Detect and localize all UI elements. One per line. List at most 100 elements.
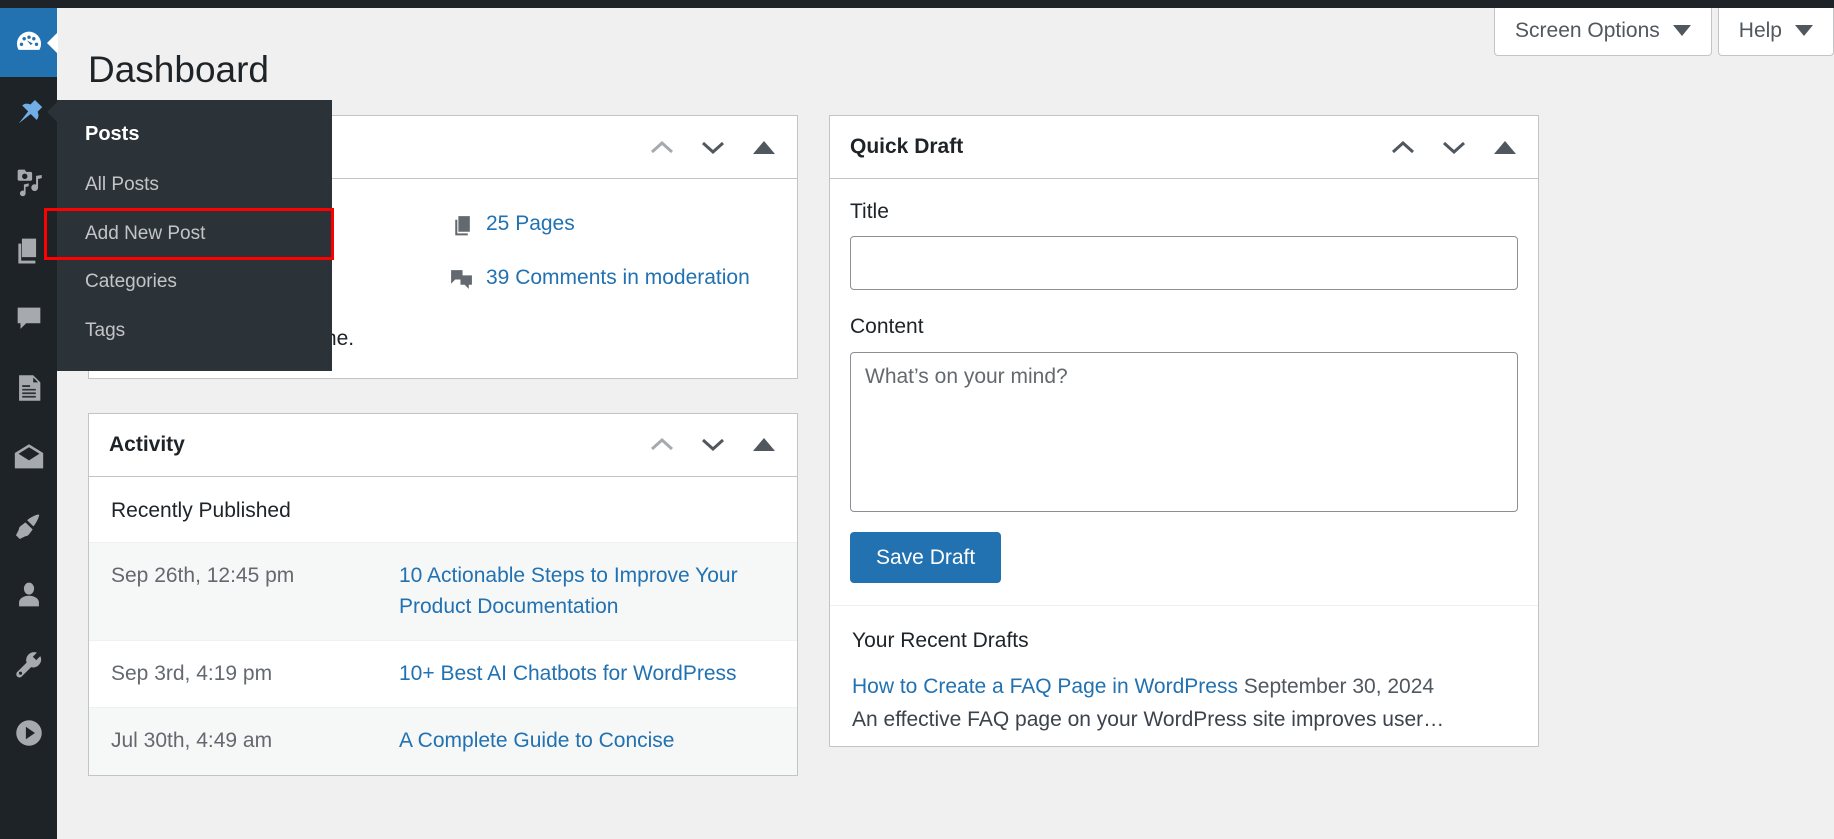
flyout-item-add-new-post[interactable]: Add New Post [44, 207, 334, 260]
activity-date: Jul 30th, 4:49 am [111, 729, 273, 753]
menu-arrow [47, 31, 58, 54]
sidebar-item-media-player[interactable] [0, 698, 57, 767]
recent-draft-line: How to Create a FAQ Page in WordPress Se… [852, 671, 1516, 704]
sidebar-item-dashboard[interactable] [0, 8, 58, 77]
recent-drafts-heading: Your Recent Drafts [852, 628, 1029, 652]
sidebar-item-comments[interactable] [0, 284, 57, 353]
comments-icon [12, 302, 46, 336]
chevron-down-icon [701, 141, 725, 154]
quick-draft-content-label: Content [850, 315, 924, 339]
panel-header-quick-draft: Quick Draft [830, 116, 1538, 179]
triangle-up-icon [753, 438, 775, 452]
recent-draft-link[interactable]: How to Create a FAQ Page in WordPress [852, 675, 1238, 698]
activity-link[interactable]: 10+ Best AI Chatbots for WordPress [399, 662, 737, 685]
help-label: Help [1738, 19, 1782, 42]
flyout-title: Posts [85, 123, 140, 145]
page-title: Dashboard [88, 49, 270, 90]
recent-draft-date: September 30, 2024 [1243, 675, 1435, 699]
move-up-button[interactable] [647, 132, 677, 162]
brush-icon [12, 509, 46, 543]
chevron-up-icon [1391, 140, 1415, 154]
dashboard-icon [12, 26, 46, 60]
sidebar-item-users[interactable] [0, 560, 57, 629]
activity-subheading: Recently Published [111, 498, 291, 522]
activity-row: Sep 3rd, 4:19 pm 10+ Best AI Chatbots fo… [89, 639, 797, 707]
activity-date: Sep 3rd, 4:19 pm [111, 661, 273, 685]
pin-icon [12, 95, 46, 129]
panel-title-activity: Activity [109, 433, 185, 457]
flyout-item-all-posts[interactable]: All Posts [57, 161, 332, 210]
chevron-down-icon [1795, 25, 1813, 37]
chevron-down-icon [1672, 25, 1691, 37]
flyout-item-categories[interactable]: Categories [57, 258, 332, 307]
activity-link[interactable]: A Complete Guide to Concise [399, 729, 674, 752]
activity-title: 10+ Best AI Chatbots for WordPress [399, 659, 737, 689]
panel-quick-draft: Quick Draft Title Content What’s on your… [829, 115, 1539, 748]
comment-bubbles-icon [449, 267, 474, 292]
media-icon [12, 164, 46, 198]
chevron-up-icon [650, 140, 674, 154]
flyout-item-tags[interactable]: Tags [57, 307, 332, 356]
activity-row: Sep 26th, 12:45 pm 10 Actionable Steps t… [89, 542, 797, 640]
recent-drafts-section: Your Recent Drafts How to Create a FAQ P… [830, 604, 1538, 746]
panel-header-activity: Activity [89, 414, 797, 477]
sidebar-item-forms[interactable] [0, 353, 57, 422]
page-icon [449, 213, 474, 238]
move-up-button[interactable] [1388, 132, 1418, 162]
admin-bar [0, 0, 1834, 8]
triangle-up-icon [1494, 140, 1516, 154]
activity-title: 10 Actionable Steps to Improve Your Prod… [399, 561, 775, 622]
dashboard-column-right: Quick Draft Title Content What’s on your… [829, 115, 1539, 810]
sidebar-item-appearance[interactable] [0, 491, 57, 560]
glance-list: 25 Pages 39 Comments in moderation [449, 197, 750, 314]
sidebar-item-mail[interactable] [0, 422, 57, 491]
chevron-down-icon [701, 438, 725, 452]
activity-date: Sep 26th, 12:45 pm [111, 564, 295, 588]
screen-meta-links: Screen Options Help [1494, 8, 1834, 57]
glance-item-comments: 39 Comments in moderation [449, 261, 750, 295]
screen-options-button[interactable]: Screen Options [1494, 8, 1712, 57]
wp-admin-screen: Posts All Posts Add New Post Categories … [0, 0, 1834, 839]
sidebar-item-posts[interactable] [0, 77, 58, 146]
dashboard-columns: At a Glance [88, 115, 1818, 810]
quick-draft-title-input[interactable] [850, 236, 1518, 291]
pages-icon [12, 233, 46, 267]
recent-draft-item: How to Create a FAQ Page in WordPress Se… [852, 671, 1516, 736]
activity-title: A Complete Guide to Concise [399, 726, 674, 756]
form-icon [12, 371, 46, 405]
glance-item-pages: 25 Pages [449, 207, 750, 241]
sidebar-item-media[interactable] [0, 146, 57, 215]
save-draft-button[interactable]: Save Draft [850, 531, 1002, 583]
panel-body-quick-draft: Title Content Save Draft [830, 179, 1538, 605]
move-up-button[interactable] [647, 430, 677, 460]
screen-options-label: Screen Options [1515, 19, 1660, 42]
activity-row: Jul 30th, 4:49 am A Complete Guide to Co… [89, 707, 797, 775]
sidebar-item-tools[interactable] [0, 629, 57, 698]
move-down-button[interactable] [1439, 132, 1469, 162]
panel-body-activity: Recently Published Sep 26th, 12:45 pm 10… [89, 477, 797, 775]
glance-link-comments-moderation[interactable]: 39 Comments in moderation [486, 261, 750, 295]
toggle-panel-button[interactable] [749, 132, 779, 162]
panel-activity: Activity Recently Published Sep 26th, 12… [88, 412, 798, 776]
activity-link[interactable]: 10 Actionable Steps to Improve Your Prod… [399, 564, 738, 617]
play-circle-icon [12, 716, 46, 750]
quick-draft-content-textarea[interactable] [850, 351, 1518, 512]
help-button[interactable]: Help [1717, 8, 1834, 57]
user-icon [12, 578, 46, 612]
quick-draft-title-label: Title [850, 200, 889, 223]
panel-actions [1388, 132, 1520, 162]
toggle-panel-button[interactable] [749, 430, 779, 460]
recent-draft-excerpt: An effective FAQ page on your WordPress … [852, 707, 1445, 731]
wrench-icon [12, 647, 46, 681]
admin-sidebar [0, 0, 58, 839]
glance-link-pages[interactable]: 25 Pages [486, 207, 575, 241]
toggle-panel-button[interactable] [1490, 132, 1520, 162]
chevron-up-icon [650, 438, 674, 451]
panel-actions [647, 430, 779, 460]
mail-icon [12, 440, 46, 474]
move-down-button[interactable] [698, 132, 728, 162]
move-down-button[interactable] [698, 430, 728, 460]
posts-flyout-menu: Posts All Posts Add New Post Categories … [44, 100, 334, 371]
panel-title-quick-draft: Quick Draft [850, 135, 964, 159]
triangle-up-icon [753, 140, 775, 154]
